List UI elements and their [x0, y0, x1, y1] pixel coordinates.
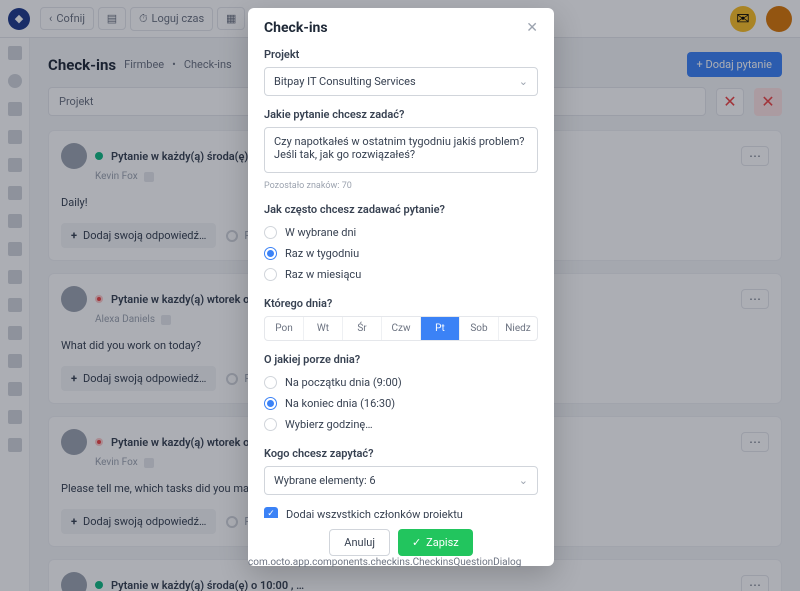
chars-remaining: Pozostało znaków: 70 [264, 181, 538, 191]
day-option[interactable]: Pt [421, 317, 460, 340]
project-select[interactable]: Bitpay IT Consulting Services⌄ [264, 67, 538, 96]
day-option[interactable]: Niedz [499, 317, 537, 340]
frequency-label: Jak często chcesz zadawać pytanie? [264, 203, 538, 216]
day-option[interactable]: Sob [460, 317, 499, 340]
project-label: Projekt [264, 48, 538, 61]
who-select[interactable]: Wybrane elementy: 6⌄ [264, 466, 538, 495]
close-icon[interactable]: ✕ [526, 20, 538, 36]
frequency-option[interactable]: Raz w miesiącu [264, 264, 538, 285]
cancel-button[interactable]: Anuluj [329, 529, 390, 556]
day-option[interactable]: Pon [265, 317, 304, 340]
day-label: Którego dnia? [264, 297, 538, 310]
day-picker: PonWtŚrCzwPtSobNiedz [264, 316, 538, 341]
dialog-title: Check-ins [264, 20, 328, 36]
time-option[interactable]: Na początku dnia (9:00) [264, 372, 538, 393]
day-option[interactable]: Śr [343, 317, 382, 340]
frequency-option[interactable]: Raz w tygodniu [264, 243, 538, 264]
add-all-checkbox[interactable]: ✓ Dodaj wszystkich członków projektu [264, 507, 538, 518]
who-label: Kogo chcesz zapytać? [264, 447, 538, 460]
checkins-dialog: Check-ins ✕ Projekt Bitpay IT Consulting… [248, 8, 554, 566]
day-option[interactable]: Wt [304, 317, 343, 340]
save-button[interactable]: ✓ Zapisz [398, 529, 473, 556]
frequency-option[interactable]: W wybrane dni [264, 222, 538, 243]
time-option[interactable]: Na koniec dnia (16:30) [264, 393, 538, 414]
day-option[interactable]: Czw [382, 317, 421, 340]
question-label: Jakie pytanie chcesz zadać? [264, 108, 538, 121]
question-textarea[interactable] [264, 127, 538, 173]
time-label: O jakiej porze dnia? [264, 353, 538, 366]
debug-path: com.octo.app.components.checkins.Checkin… [248, 557, 521, 568]
time-option[interactable]: Wybierz godzinę… [264, 414, 538, 435]
